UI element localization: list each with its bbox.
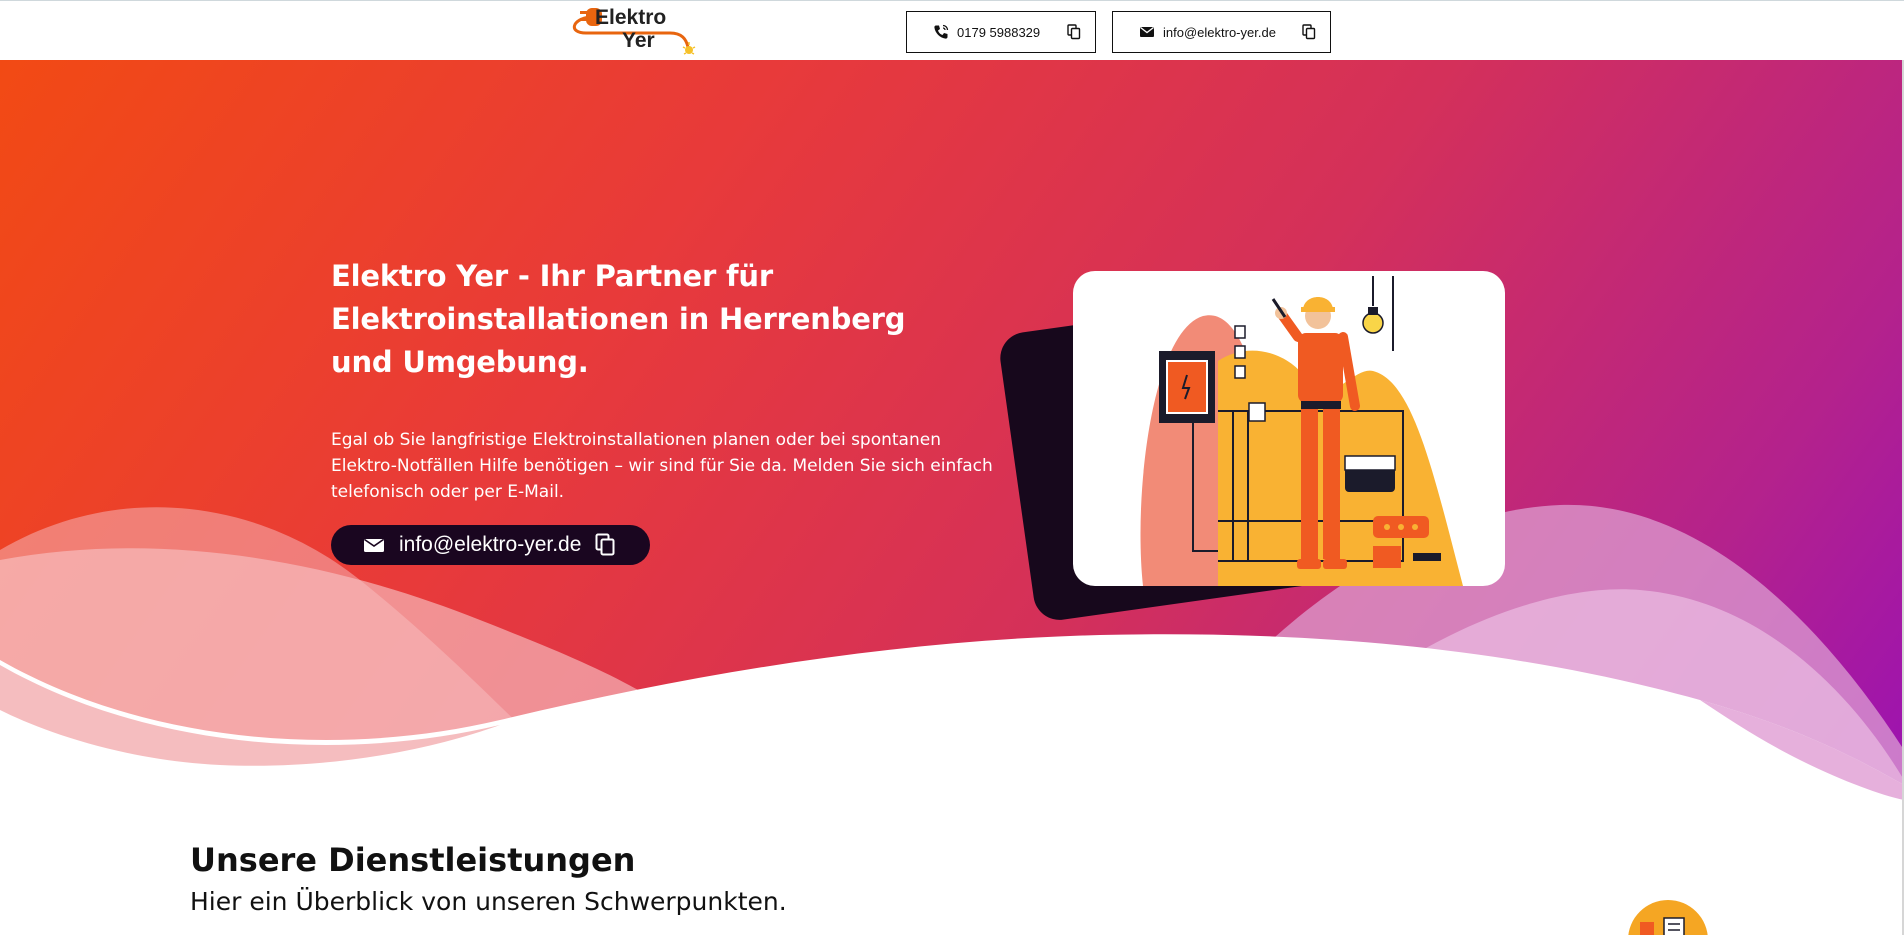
mail-icon: [363, 534, 385, 556]
phone-icon: [933, 24, 949, 40]
copy-icon[interactable]: [1302, 24, 1316, 40]
logo[interactable]: Elektro Yer: [566, 3, 700, 59]
logo-word-elektro: Elektro: [595, 6, 667, 29]
hero-section: Elektro Yer - Ihr Partner für Elektroins…: [0, 60, 1904, 800]
logo-word-yer: Yer: [622, 29, 655, 52]
electrician-illustration: [1073, 271, 1505, 586]
email-address: info@elektro-yer.de: [1163, 24, 1276, 40]
hero-title: Elektro Yer - Ihr Partner für Elektroins…: [331, 259, 906, 379]
hero-email-button[interactable]: info@elektro-yer.de: [331, 525, 650, 565]
site-header: Elektro Yer 0179 5988329 info@elektro-ye…: [0, 0, 1904, 60]
services-title: Unsere Dienstleistungen: [190, 841, 636, 879]
hero-email-text: info@elektro-yer.de: [399, 533, 582, 556]
copy-icon[interactable]: [595, 533, 615, 557]
hero-description: Egal ob Sie langfristige Elektroinstalla…: [331, 430, 993, 502]
services-subtitle: Hier ein Überblick von unseren Schwerpun…: [190, 887, 787, 916]
mail-icon: [1139, 24, 1155, 40]
email-button[interactable]: info@elektro-yer.de: [1112, 11, 1331, 53]
copy-icon[interactable]: [1067, 24, 1081, 40]
phone-number: 0179 5988329: [957, 24, 1041, 40]
phone-button[interactable]: 0179 5988329: [906, 11, 1096, 53]
services-badge-image: [1628, 900, 1708, 935]
